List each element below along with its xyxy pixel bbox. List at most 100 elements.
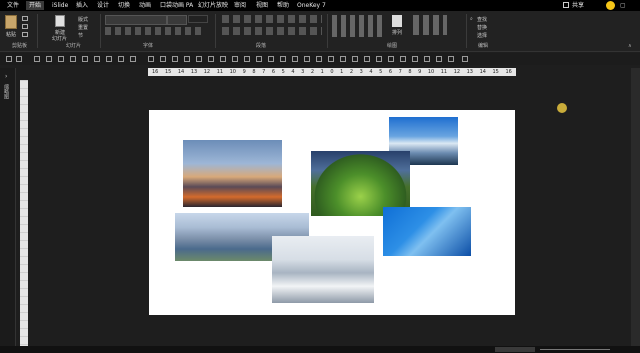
- tab-home[interactable]: 开始: [26, 1, 45, 10]
- arrange-button[interactable]: 排列: [392, 29, 402, 36]
- slide-canvas[interactable]: [149, 110, 515, 315]
- tool-icon[interactable]: [268, 56, 274, 62]
- tool-icon[interactable]: [364, 56, 370, 62]
- tool-icon[interactable]: [58, 56, 64, 62]
- tab-insert[interactable]: 插入: [76, 1, 88, 10]
- tab-animations[interactable]: 动画: [139, 1, 151, 10]
- view-buttons[interactable]: [495, 347, 535, 352]
- ruler-tick-label: 2: [310, 69, 314, 75]
- tab-pocket-animation[interactable]: 口袋动画 PA: [160, 1, 193, 10]
- quick-styles[interactable]: [413, 15, 447, 35]
- ruler-tick-label: 15: [164, 69, 172, 75]
- group-slides: 幻灯片: [66, 43, 82, 49]
- share-icon[interactable]: [563, 2, 569, 8]
- tab-file[interactable]: 文件: [7, 1, 19, 10]
- paste-label[interactable]: 粘贴: [6, 31, 16, 38]
- format-painter-icon[interactable]: [22, 32, 28, 37]
- font-name-box[interactable]: [105, 15, 167, 25]
- tool-icon[interactable]: [256, 56, 262, 62]
- select-button[interactable]: 选择: [477, 32, 487, 39]
- tab-view[interactable]: 视图: [256, 1, 268, 10]
- tool-icon[interactable]: [34, 56, 40, 62]
- ruler-tick-label: 8: [408, 69, 412, 75]
- tab-islide[interactable]: iSlide: [52, 1, 68, 10]
- paragraph-buttons-row2[interactable]: [222, 27, 322, 35]
- tool-icon[interactable]: [462, 56, 468, 62]
- tab-design[interactable]: 设计: [97, 1, 109, 10]
- tool-icon[interactable]: [448, 56, 454, 62]
- tool-icon[interactable]: [160, 56, 166, 62]
- tool-icon[interactable]: [196, 56, 202, 62]
- font-size-box[interactable]: [167, 15, 187, 25]
- tool-icon[interactable]: [388, 56, 394, 62]
- layout-button[interactable]: 版式: [78, 16, 88, 23]
- tab-onekey[interactable]: OneKey 7: [297, 1, 326, 10]
- ruler-tick-label: 9: [418, 69, 422, 75]
- ruler-tick-label: 15: [492, 69, 499, 75]
- tool-icon[interactable]: [436, 56, 442, 62]
- tool-icon[interactable]: [6, 56, 12, 62]
- tab-slideshow[interactable]: 幻灯片放映: [198, 1, 228, 10]
- arrange-icon[interactable]: [392, 15, 402, 27]
- tool-icon[interactable]: [106, 56, 112, 62]
- font-format-buttons[interactable]: [105, 27, 205, 35]
- zoom-slider[interactable]: [540, 349, 610, 350]
- tool-icon[interactable]: [244, 56, 250, 62]
- tool-icon[interactable]: [94, 56, 100, 62]
- ribbon: 粘贴 剪贴板 新建 幻灯片 版式 重置 节 幻灯片 字体 段落 排列 绘图 ⌕ …: [0, 11, 640, 52]
- tool-icon[interactable]: [208, 56, 214, 62]
- new-slide-label-2[interactable]: 幻灯片: [52, 35, 67, 42]
- horizontal-ruler: 16 15 14 13 12 11 10 9 8 7 6 5 4 3 2 1 0 1 2 3 4 5 6 7 8 9 10 11 12 1…: [148, 68, 516, 76]
- tool-icon[interactable]: [16, 56, 22, 62]
- tool-icon[interactable]: [118, 56, 124, 62]
- tab-review[interactable]: 审阅: [234, 1, 246, 10]
- tool-icon[interactable]: [172, 56, 178, 62]
- font-size-buttons[interactable]: [188, 15, 208, 23]
- collapse-ribbon-icon[interactable]: ∧: [628, 43, 632, 49]
- restore-icon[interactable]: ▢: [620, 2, 626, 9]
- tool-icon[interactable]: [184, 56, 190, 62]
- tool-icon[interactable]: [82, 56, 88, 62]
- shapes-gallery[interactable]: [332, 15, 386, 37]
- tool-icon[interactable]: [280, 56, 286, 62]
- replace-button[interactable]: 替换: [477, 24, 487, 31]
- tool-icon[interactable]: [148, 56, 154, 62]
- copy-icon[interactable]: [22, 24, 28, 29]
- tool-icon[interactable]: [424, 56, 430, 62]
- city-sunset-photo[interactable]: [183, 140, 282, 207]
- paste-icon[interactable]: [5, 15, 17, 29]
- ruler-tick-label: 12: [203, 69, 211, 75]
- tool-icon[interactable]: [232, 56, 238, 62]
- search-icon[interactable]: ⌕: [470, 16, 473, 22]
- ruler-tick-label: 1: [340, 69, 344, 75]
- section-button[interactable]: 节: [78, 32, 83, 39]
- tool-icon[interactable]: [340, 56, 346, 62]
- find-button[interactable]: 查找: [477, 16, 487, 23]
- tool-icon[interactable]: [328, 56, 334, 62]
- tool-icon[interactable]: [292, 56, 298, 62]
- tool-icon[interactable]: [46, 56, 52, 62]
- tool-icon[interactable]: [130, 56, 136, 62]
- vertical-scrollbar[interactable]: [631, 68, 640, 348]
- tool-icon[interactable]: [304, 56, 310, 62]
- share-button[interactable]: 共享: [572, 1, 584, 10]
- tab-help[interactable]: 帮助: [277, 1, 289, 10]
- cut-icon[interactable]: [22, 16, 28, 21]
- tool-icon[interactable]: [376, 56, 382, 62]
- tool-icon[interactable]: [400, 56, 406, 62]
- paragraph-buttons-row1[interactable]: [222, 15, 322, 23]
- reset-button[interactable]: 重置: [78, 24, 88, 31]
- tool-icon[interactable]: [316, 56, 322, 62]
- user-avatar-icon[interactable]: [606, 1, 615, 10]
- ruler-tick-label: 3: [359, 69, 363, 75]
- glacier-photo[interactable]: [383, 207, 471, 256]
- tool-icon[interactable]: [412, 56, 418, 62]
- expand-panel-icon[interactable]: ›: [5, 73, 7, 80]
- new-slide-icon[interactable]: [55, 15, 65, 27]
- snowy-mountains-photo[interactable]: [272, 236, 374, 303]
- group-clipboard: 剪贴板: [12, 43, 28, 49]
- tool-icon[interactable]: [352, 56, 358, 62]
- tab-transitions[interactable]: 切换: [118, 1, 130, 10]
- tool-icon[interactable]: [220, 56, 226, 62]
- tool-icon[interactable]: [70, 56, 76, 62]
